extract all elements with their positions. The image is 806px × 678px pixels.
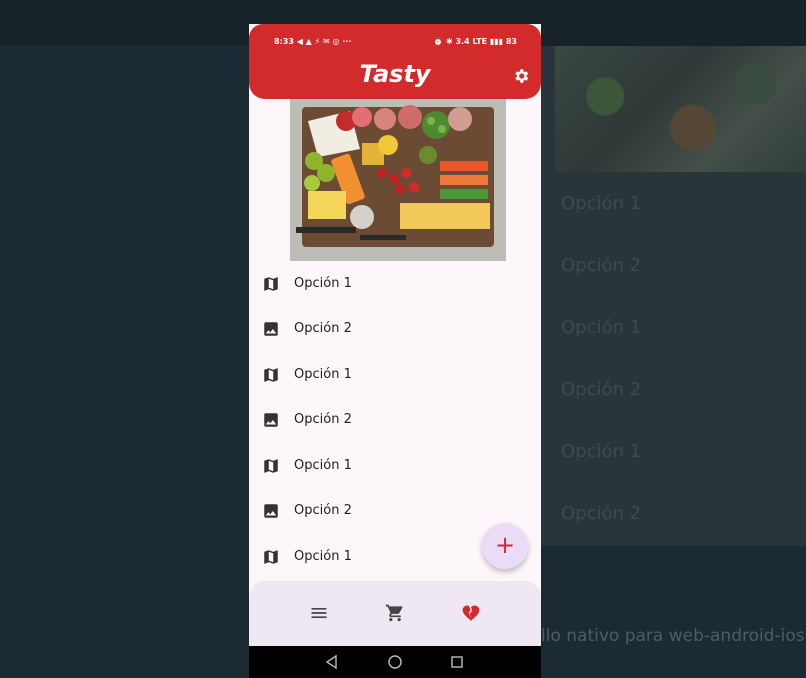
background-list-item: Opción 2 (561, 255, 642, 276)
map-icon (264, 549, 278, 564)
background-list-item: Opción 1 (561, 193, 642, 214)
bottom-navigation (249, 581, 541, 646)
system-navigation-bar (249, 646, 541, 678)
home-icon[interactable] (387, 654, 403, 670)
background-list-item: Opción 2 (561, 379, 642, 400)
status-right-icons: ⏰ ✱ 3.4 LTE ▮▮▮ 83 (433, 37, 517, 46)
list-item[interactable]: Opción 1 (249, 443, 541, 488)
list-item-label: Opción 1 (294, 276, 352, 291)
list-item-label: Opción 2 (294, 412, 352, 427)
heart-broken-icon[interactable] (461, 603, 481, 623)
image-icon (264, 412, 278, 427)
background-list-item: Opción 1 (561, 441, 642, 462)
add-icon: + (494, 531, 516, 559)
status-bar: 8:33 ◀ ▲ ⚡ ✉ ◎ ··· ⏰ ✱ 3.4 LTE ▮▮▮ 83 (274, 37, 517, 49)
map-icon (264, 367, 278, 382)
food-platter-image (290, 99, 506, 261)
status-left-icons: ◀ ▲ ⚡ ✉ ◎ ··· (296, 37, 352, 46)
app-bar: 8:33 ◀ ▲ ⚡ ✉ ◎ ··· ⏰ ✱ 3.4 LTE ▮▮▮ 83 Ta… (249, 24, 541, 99)
map-icon (264, 458, 278, 473)
list-item-label: Opción 2 (294, 503, 352, 518)
list-item-label: Opción 1 (294, 458, 352, 473)
background-list-item: Opción 1 (561, 317, 642, 338)
background-footer-text: llo nativo para web-android-ios (541, 626, 805, 646)
map-icon (264, 276, 278, 291)
list-item[interactable]: Opción 2 (249, 397, 541, 442)
gear-icon[interactable] (512, 67, 530, 85)
cart-icon[interactable] (385, 603, 405, 623)
list-item-label: Opción 1 (294, 549, 352, 564)
menu-icon[interactable] (309, 603, 329, 623)
status-time: 8:33 (274, 37, 294, 46)
phone-screen: 8:33 ◀ ▲ ⚡ ✉ ◎ ··· ⏰ ✱ 3.4 LTE ▮▮▮ 83 Ta… (249, 24, 541, 678)
list-item[interactable]: Opción 2 (249, 306, 541, 351)
app-title: Tasty (359, 60, 431, 88)
list-item[interactable]: Opción 1 (249, 352, 541, 397)
back-icon[interactable] (324, 654, 340, 670)
list-item[interactable]: Opción 1 (249, 261, 541, 306)
image-icon (264, 321, 278, 336)
background-food-image (555, 46, 806, 172)
background-list-item: Opción 2 (561, 503, 642, 524)
add-fab-button[interactable]: + (482, 523, 528, 569)
image-icon (264, 503, 278, 518)
list-item-label: Opción 1 (294, 367, 352, 382)
list-item-label: Opción 2 (294, 321, 352, 336)
recents-icon[interactable] (449, 654, 465, 670)
